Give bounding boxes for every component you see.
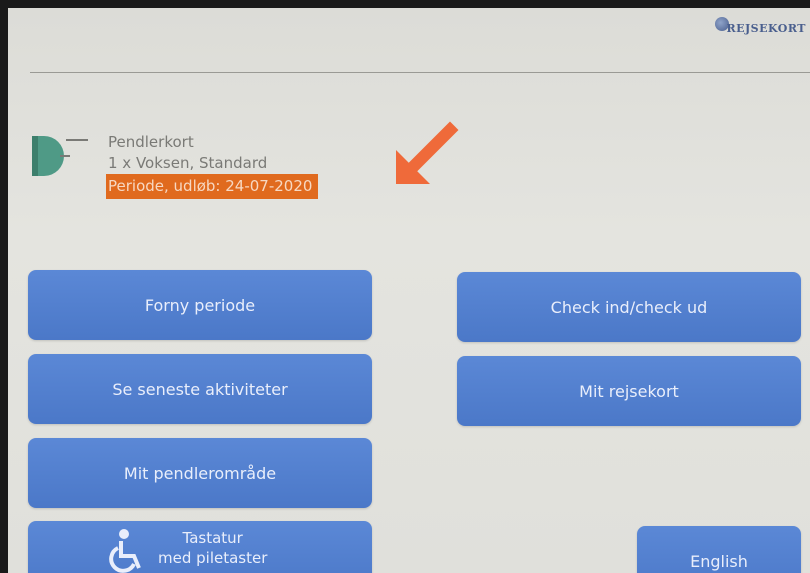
- tastatur-button[interactable]: Tastatur med piletaster: [28, 521, 372, 573]
- forny-periode-button[interactable]: Forny periode: [28, 270, 372, 340]
- tastatur-line2: med piletaster: [158, 549, 268, 567]
- logo-text: REJSEKORT: [726, 22, 806, 35]
- seneste-aktiviteter-button[interactable]: Se seneste aktiviteter: [28, 354, 372, 424]
- wheelchair-icon: [109, 529, 141, 573]
- card-info: Pendlerkort 1 x Voksen, Standard Periode…: [106, 132, 319, 199]
- tastatur-line1: Tastatur: [182, 529, 243, 547]
- mit-pendleromraade-button[interactable]: Mit pendlerområde: [28, 438, 372, 508]
- arrow-icon: [396, 121, 459, 184]
- card-passenger: 1 x Voksen, Standard: [108, 154, 268, 172]
- card-type: Pendlerkort: [108, 133, 194, 151]
- tastatur-label: Tastatur med piletaster: [158, 528, 267, 568]
- kiosk-screen: REJSEKORT Pendlerkort 1 x Voksen, Standa…: [8, 8, 810, 573]
- card-icon: [32, 136, 88, 176]
- card-period-expiry: Periode, udløb: 24-07-2020: [106, 174, 319, 199]
- rejsekort-logo: REJSEKORT: [715, 16, 806, 35]
- english-button[interactable]: English: [637, 526, 801, 573]
- check-ind-ud-button[interactable]: Check ind/check ud: [457, 272, 801, 342]
- header-divider: [30, 72, 810, 73]
- mit-rejsekort-button[interactable]: Mit rejsekort: [457, 356, 801, 426]
